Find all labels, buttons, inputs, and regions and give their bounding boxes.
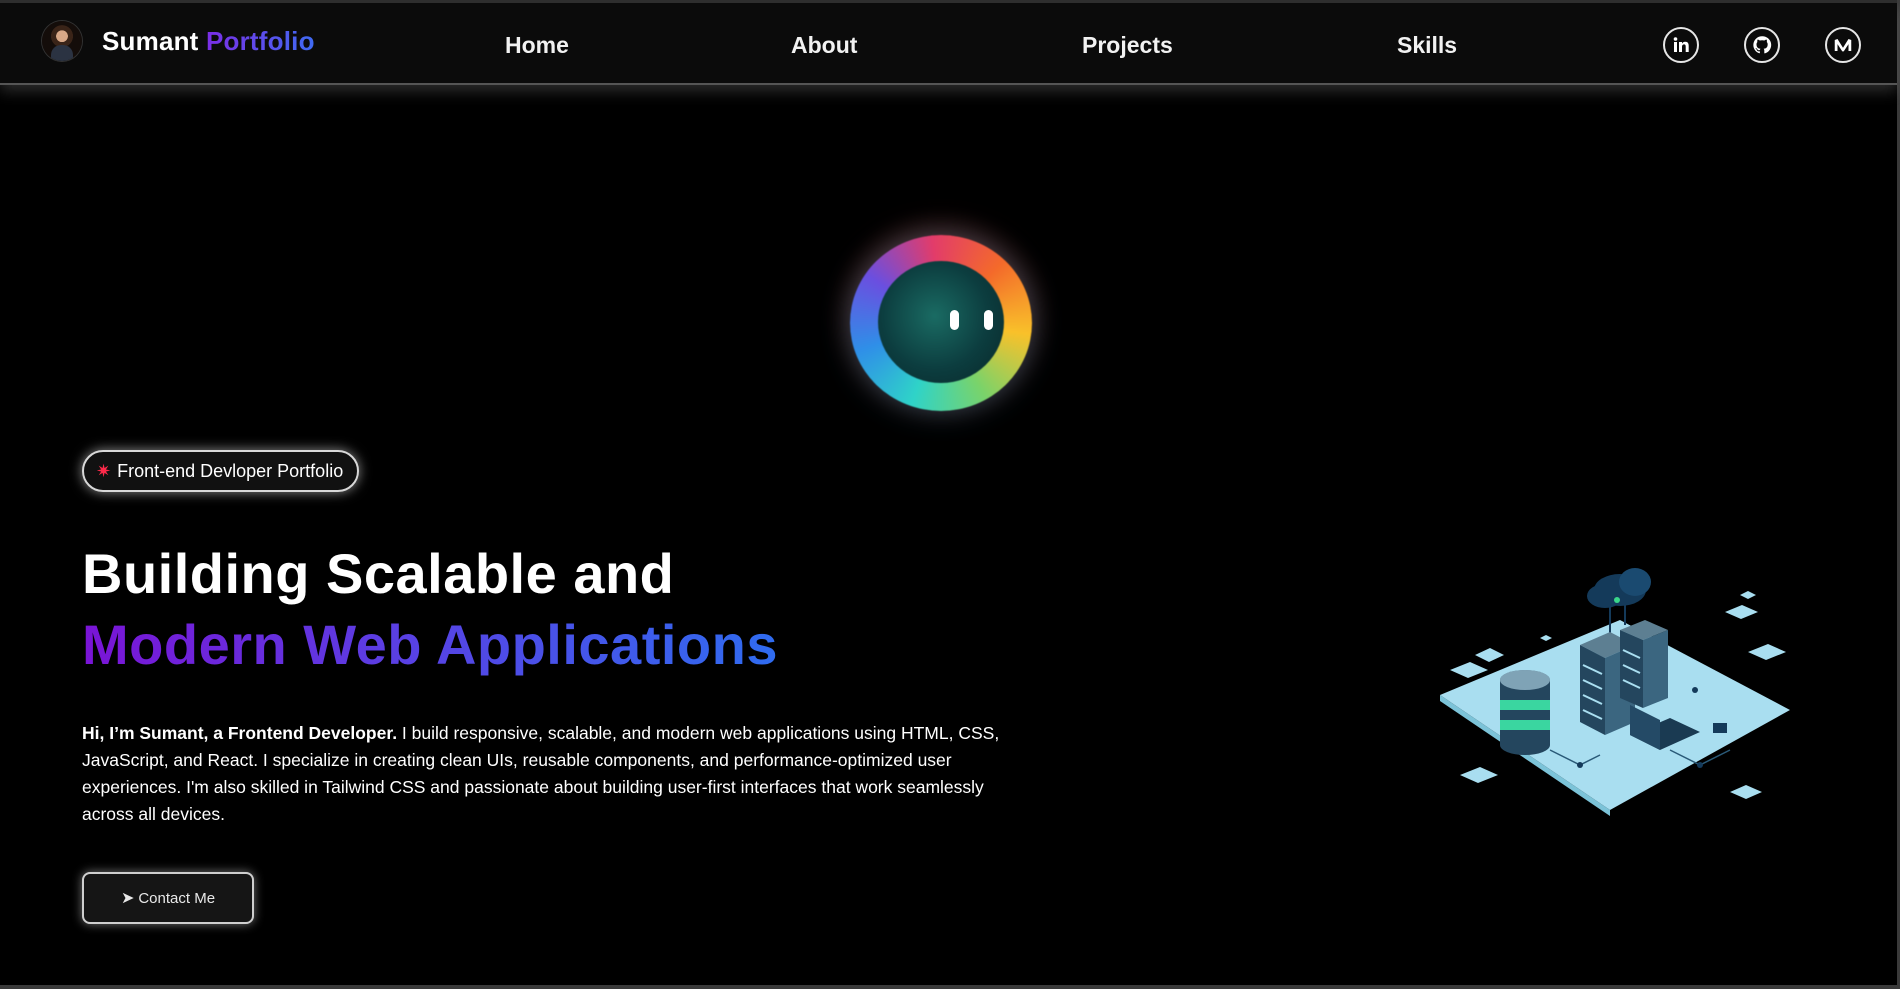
- sparkle-icon: ✷: [96, 460, 112, 481]
- linkedin-icon[interactable]: [1663, 27, 1699, 63]
- contact-me-label: Contact Me: [138, 889, 216, 907]
- nav-projects[interactable]: Projects: [1082, 32, 1173, 59]
- hero-intro-bold: Hi, I’m Sumant, a Frontend Developer.: [82, 723, 398, 743]
- hero-title-line1: Building Scalable and: [82, 542, 675, 605]
- server-cloud-illustration: [1440, 568, 1790, 816]
- brand[interactable]: Sumant Portfolio: [42, 21, 315, 61]
- portfolio-badge: ✷ Front-end Devloper Portfolio: [82, 450, 360, 492]
- send-arrow-icon: ➤: [120, 890, 135, 907]
- orb-eye-left: [950, 310, 959, 330]
- animated-orb: [850, 235, 1032, 411]
- hero-title-line2: Modern Web Applications: [82, 613, 778, 676]
- orb-eye-right: [984, 310, 993, 330]
- medium-icon[interactable]: [1825, 27, 1861, 63]
- hero-intro: Hi, I’m Sumant, a Frontend Developer. I …: [82, 720, 1002, 828]
- github-glyph: [1753, 36, 1772, 54]
- nav-home[interactable]: Home: [505, 32, 569, 59]
- avatar: [42, 21, 82, 61]
- github-icon[interactable]: [1744, 27, 1780, 63]
- contact-me-button[interactable]: ➤ Contact Me: [82, 872, 254, 924]
- nav-skills[interactable]: Skills: [1397, 32, 1457, 59]
- brand-name-text: Sumant: [102, 25, 199, 56]
- page: [0, 0, 1897, 985]
- brand-name: Sumant Portfolio: [102, 26, 315, 57]
- badge-label: Front-end Devloper Portfolio: [117, 460, 344, 481]
- brand-name-accent: Portfolio: [205, 25, 315, 56]
- nav-about[interactable]: About: [791, 32, 857, 59]
- linkedin-glyph: [1673, 37, 1689, 52]
- medium-glyph: [1834, 39, 1852, 52]
- window-edge-bottom: [0, 985, 1900, 989]
- navbar: Sumant Portfolio Home About Projects Ski…: [0, 0, 1897, 83]
